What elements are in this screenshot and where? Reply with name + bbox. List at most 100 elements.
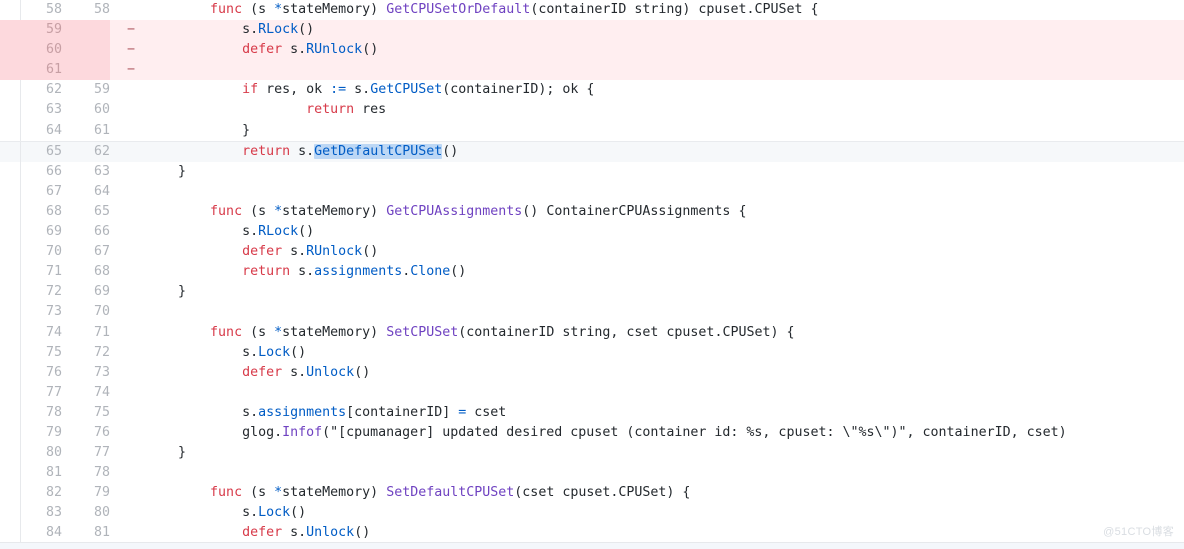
old-line-number[interactable]: 67 [0,182,72,202]
code-line[interactable]: return s.assignments.Clone() [142,262,1184,282]
diff-row[interactable]: 80 77 } [0,443,1184,464]
diff-row[interactable]: 66 63 } [0,161,1184,182]
new-line-number[interactable]: 60 [72,100,120,120]
new-line-number[interactable]: 58 [72,0,120,20]
diff-row[interactable]: 78 75 s.assignments[containerID] = cset [0,402,1184,424]
code-line[interactable]: func (s *stateMemory) GetCPUAssignments(… [142,202,1184,222]
new-line-number[interactable]: 75 [72,403,120,423]
code-line[interactable]: s.RLock() [142,20,1184,40]
old-line-number[interactable]: 68 [0,202,72,222]
diff-row[interactable]: 72 69 } [0,282,1184,303]
old-line-number[interactable]: 84 [0,523,72,543]
code-line[interactable]: defer s.Unlock() [142,523,1184,543]
new-line-number[interactable]: 59 [72,80,120,100]
new-line-number[interactable]: 81 [72,523,120,543]
diff-row[interactable]: 77 74 [0,382,1184,403]
diff-row[interactable]: 65 62 return s.GetDefaultCPUSet() [0,140,1184,162]
new-line-number[interactable]: 74 [72,383,120,403]
diff-row[interactable]: 82 79 func (s *stateMemory) SetDefaultCPU… [0,483,1184,504]
diff-row[interactable]: 59 − s.RLock() [0,20,1184,41]
code-line[interactable]: } [142,121,1184,141]
new-line-number[interactable]: 78 [72,463,120,483]
old-line-number[interactable]: 76 [0,363,72,383]
diff-row[interactable]: 62 59 if res, ok := s.GetCPUSet(container… [0,80,1184,101]
code-line[interactable]: } [142,282,1184,302]
code-line[interactable]: s.RLock() [142,222,1184,242]
new-line-number[interactable]: 77 [72,443,120,463]
diff-row[interactable]: 74 71 func (s *stateMemory) SetCPUSet(con… [0,322,1184,343]
old-line-number[interactable]: 73 [0,302,72,322]
diff-row[interactable]: 61 − [0,60,1184,81]
new-line-number[interactable]: 79 [72,483,120,503]
code-line[interactable]: defer s.RUnlock() [142,40,1184,60]
code-line[interactable]: s.Lock() [142,503,1184,523]
old-line-number[interactable]: 70 [0,242,72,262]
code-line[interactable]: s.assignments[containerID] = cset [142,403,1184,423]
new-line-number[interactable]: 67 [72,242,120,262]
old-line-number[interactable]: 62 [0,80,72,100]
diff-row[interactable]: 64 61 } [0,120,1184,141]
old-line-number[interactable]: 72 [0,282,72,302]
new-line-number[interactable]: 65 [72,202,120,222]
new-line-number[interactable]: 61 [72,121,120,141]
old-line-number[interactable]: 58 [0,0,72,20]
code-line[interactable]: s.Lock() [142,343,1184,363]
old-line-number[interactable]: 64 [0,121,72,141]
old-line-number[interactable]: 77 [0,383,72,403]
code-line[interactable]: defer s.Unlock() [142,363,1184,383]
diff-row[interactable]: 76 73 defer s.Unlock() [0,362,1184,383]
old-line-number[interactable]: 66 [0,162,72,182]
new-line-number[interactable]: 63 [72,162,120,182]
diff-row[interactable]: 69 66 s.RLock() [0,222,1184,243]
diff-row[interactable]: 63 60 return res [0,100,1184,121]
diff-row[interactable]: 60 − defer s.RUnlock() [0,40,1184,61]
code-line[interactable]: } [142,443,1184,463]
old-line-number[interactable]: 60 [0,40,72,60]
new-line-number[interactable]: 71 [72,323,120,343]
new-line-number[interactable]: 64 [72,182,120,202]
diff-row[interactable]: 79 76 glog.Infof("[cpumanager] updated de… [0,422,1184,444]
diff-row[interactable]: 73 70 [0,302,1184,323]
code-line[interactable]: func (s *stateMemory) SetDefaultCPUSet(c… [142,483,1184,503]
diff-row[interactable]: 70 67 defer s.RUnlock() [0,242,1184,263]
old-line-number[interactable]: 82 [0,483,72,503]
old-line-number[interactable]: 74 [0,323,72,343]
diff-row[interactable]: 71 68 return s.assignments.Clone() [0,262,1184,283]
new-line-number[interactable]: 72 [72,343,120,363]
new-line-number[interactable]: 68 [72,262,120,282]
old-line-number[interactable]: 61 [0,60,72,80]
diff-row[interactable]: 81 78 [0,463,1184,484]
diff-row[interactable]: 58 58 func (s *stateMemory) GetCPUSetOrDe… [0,0,1184,21]
old-line-number[interactable]: 83 [0,503,72,523]
old-line-number[interactable]: 71 [0,262,72,282]
old-line-number[interactable]: 78 [0,403,72,423]
code-line[interactable]: return s.GetDefaultCPUSet() [142,142,1184,162]
old-line-number[interactable]: 75 [0,343,72,363]
new-line-number[interactable]: 73 [72,363,120,383]
code-line[interactable]: if res, ok := s.GetCPUSet(containerID); … [142,80,1184,100]
code-line[interactable]: func (s *stateMemory) GetCPUSetOrDefault… [142,0,1184,20]
old-line-number[interactable]: 59 [0,20,72,40]
old-line-number[interactable]: 80 [0,443,72,463]
new-line-number[interactable]: 70 [72,302,120,322]
old-line-number[interactable]: 69 [0,222,72,242]
code-line[interactable]: } [142,162,1184,182]
code-line[interactable]: return res [142,100,1184,120]
new-line-number[interactable]: 80 [72,503,120,523]
code-line[interactable]: glog.Infof("[cpumanager] updated desired… [142,423,1184,443]
old-line-number[interactable]: 79 [0,423,72,443]
new-line-number[interactable]: 62 [72,142,120,162]
diff-row[interactable]: 67 64 [0,181,1184,203]
diff-row[interactable]: 83 80 s.Lock() [0,503,1184,524]
code-line[interactable]: defer s.RUnlock() [142,242,1184,262]
old-line-number[interactable]: 63 [0,100,72,120]
diff-row[interactable]: 75 72 s.Lock() [0,342,1184,363]
new-line-number[interactable]: 69 [72,282,120,302]
code-line[interactable]: func (s *stateMemory) SetCPUSet(containe… [142,323,1184,343]
diff-row[interactable]: 68 65 func (s *stateMemory) GetCPUAssignm… [0,201,1184,223]
old-line-number[interactable]: 65 [0,142,72,162]
new-line-number[interactable]: 76 [72,423,120,443]
old-line-number[interactable]: 81 [0,463,72,483]
diff-row[interactable]: 84 81 defer s.Unlock() [0,523,1184,544]
new-line-number[interactable]: 66 [72,222,120,242]
